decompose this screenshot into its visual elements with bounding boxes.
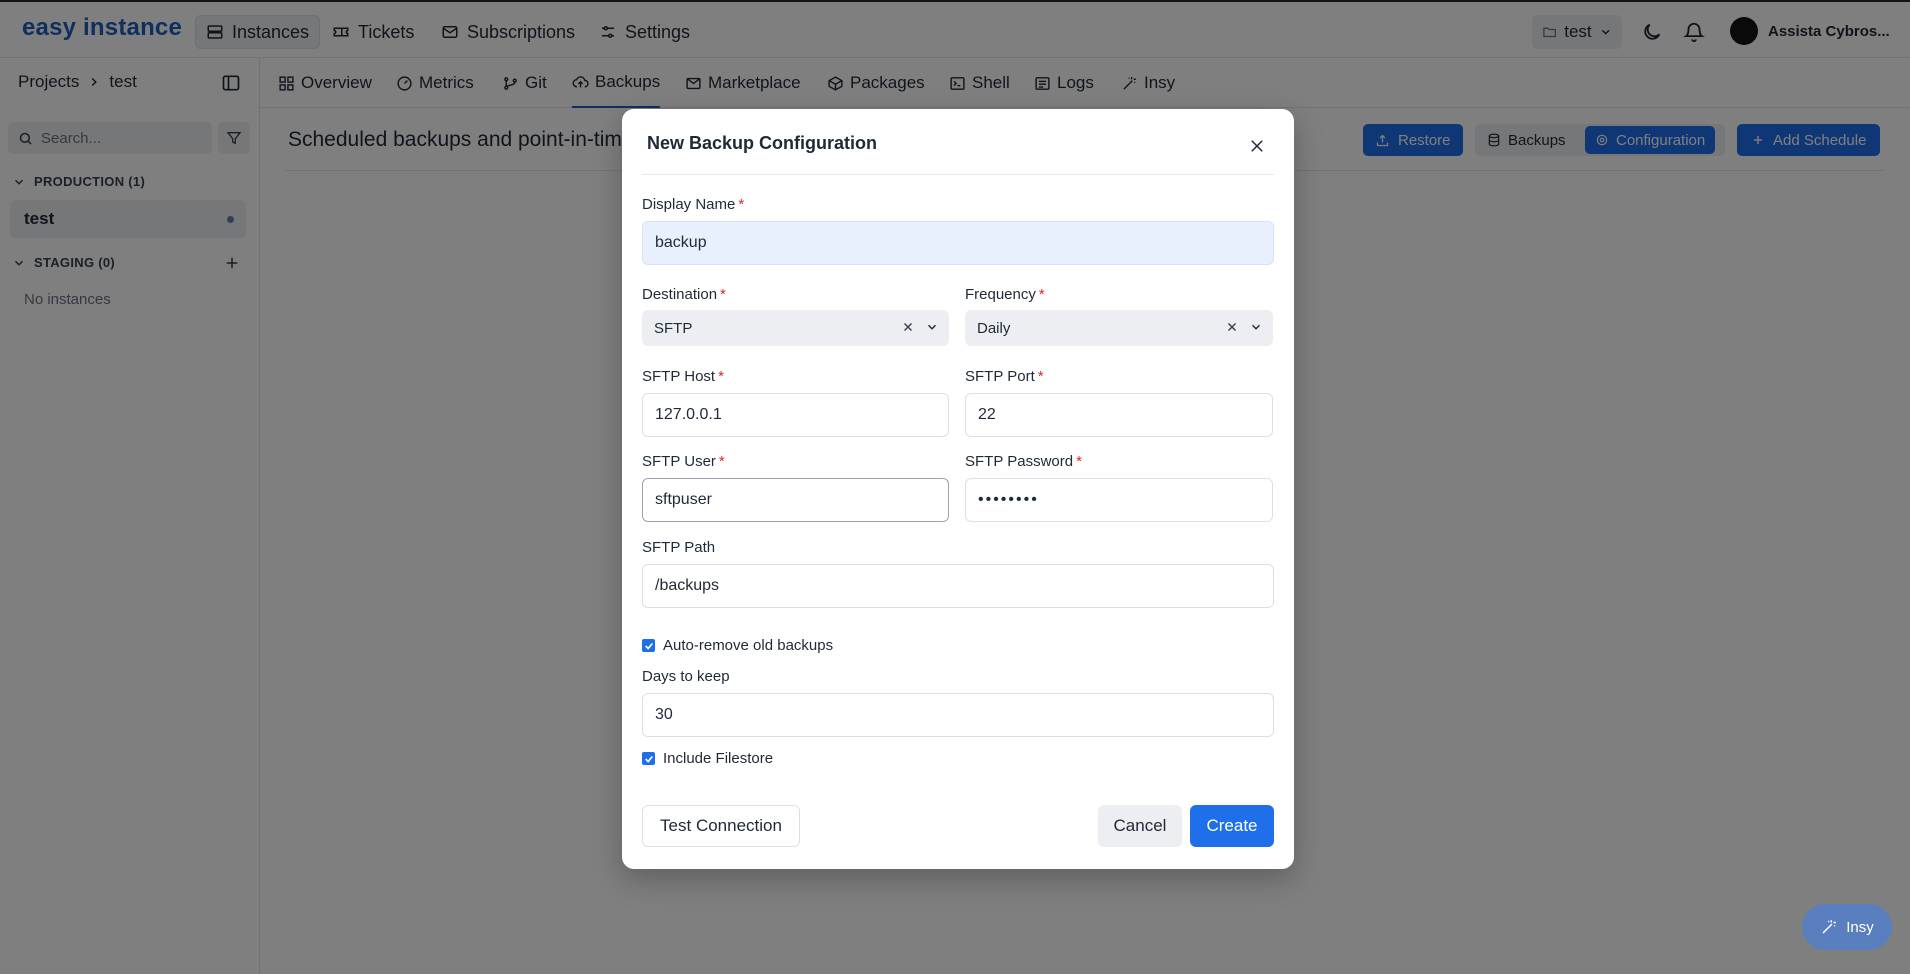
destination-select[interactable]: SFTP — [642, 310, 949, 346]
required-marker: * — [1037, 368, 1044, 385]
chevron-down-icon[interactable] — [925, 320, 939, 334]
destination-label-text: Destination — [642, 286, 718, 303]
sftp-port-value: 22 — [978, 406, 996, 423]
sftp-path-label: SFTP Path — [642, 539, 715, 556]
sftp-port-label: SFTP Port * — [965, 368, 1044, 385]
sftp-host-label: SFTP Host * — [642, 368, 724, 385]
display-name-input[interactable]: backup — [642, 221, 1274, 265]
frequency-label-text: Frequency — [965, 286, 1036, 303]
sftp-host-label-text: SFTP Host — [642, 368, 716, 385]
create-label: Create — [1206, 816, 1258, 835]
days-to-keep-input[interactable]: 30 — [642, 693, 1274, 737]
sftp-path-value: /backups — [655, 577, 720, 594]
wand-icon — [1822, 920, 1836, 934]
insy-assistant-label: Insy — [1846, 918, 1874, 936]
display-name-label: Display Name * — [642, 196, 744, 213]
required-marker: * — [720, 286, 726, 303]
cancel-label: Cancel — [1113, 816, 1167, 835]
days-to-keep-label-text: Days to keep — [642, 668, 730, 685]
dialog-title: New Backup Configuration — [647, 133, 878, 153]
display-name-label-text: Display Name — [642, 196, 736, 213]
close-icon[interactable] — [1248, 137, 1266, 155]
required-marker: * — [738, 196, 745, 213]
test-connection-button[interactable]: Test Connection — [642, 805, 800, 847]
sftp-port-label-text: SFTP Port — [965, 368, 1035, 385]
days-to-keep-value: 30 — [655, 706, 673, 723]
sftp-path-input[interactable]: /backups — [642, 564, 1274, 608]
new-backup-dialog: New Backup Configuration Display Name * b… — [622, 109, 1294, 869]
auto-remove-checkbox[interactable] — [642, 639, 655, 652]
destination-controls — [901, 320, 939, 334]
sftp-user-input[interactable]: sftpuser — [642, 478, 949, 522]
sftp-host-input[interactable]: 127.0.0.1 — [642, 393, 949, 437]
include-filestore-label: Include Filestore — [663, 750, 774, 767]
sftp-password-input[interactable]: •••••••• — [965, 478, 1273, 522]
include-filestore-checkbox[interactable] — [642, 752, 655, 765]
cancel-button[interactable]: Cancel — [1098, 805, 1182, 847]
test-connection-label: Test Connection — [660, 816, 782, 835]
dialog-divider — [642, 174, 1274, 175]
sftp-user-label: SFTP User * — [642, 453, 725, 470]
required-marker: * — [1038, 286, 1045, 303]
sftp-port-input[interactable]: 22 — [965, 393, 1273, 437]
auto-remove-row[interactable]: Auto-remove old backups — [642, 637, 833, 654]
frequency-value: Daily — [977, 319, 1011, 337]
create-button[interactable]: Create — [1190, 805, 1274, 847]
sftp-user-label-text: SFTP User — [642, 453, 716, 470]
clear-icon[interactable] — [901, 320, 915, 334]
required-marker: * — [718, 368, 724, 385]
frequency-select[interactable]: Daily — [965, 310, 1273, 346]
chevron-down-icon[interactable] — [1249, 320, 1263, 334]
destination-value: SFTP — [654, 319, 693, 337]
sftp-path-label-text: SFTP Path — [642, 539, 716, 556]
sftp-user-value: sftpuser — [655, 491, 712, 508]
required-marker: * — [718, 453, 725, 470]
display-name-value: backup — [655, 234, 707, 251]
required-marker: * — [1076, 453, 1082, 470]
check-icon — [644, 642, 653, 650]
insy-assistant-button[interactable]: Insy — [1802, 904, 1892, 950]
sftp-password-value: •••••••• — [978, 491, 1039, 508]
clear-icon[interactable] — [1225, 320, 1239, 334]
sftp-host-value: 127.0.0.1 — [655, 406, 722, 423]
sftp-password-label-text: SFTP Password — [965, 453, 1074, 470]
sftp-password-label: SFTP Password * — [965, 453, 1082, 470]
destination-label: Destination * — [642, 286, 726, 303]
frequency-label: Frequency * — [965, 286, 1045, 303]
days-to-keep-label: Days to keep — [642, 668, 730, 685]
auto-remove-label: Auto-remove old backups — [663, 637, 834, 654]
frequency-controls — [1225, 320, 1263, 334]
include-filestore-row[interactable]: Include Filestore — [642, 750, 773, 767]
check-icon — [644, 755, 653, 763]
